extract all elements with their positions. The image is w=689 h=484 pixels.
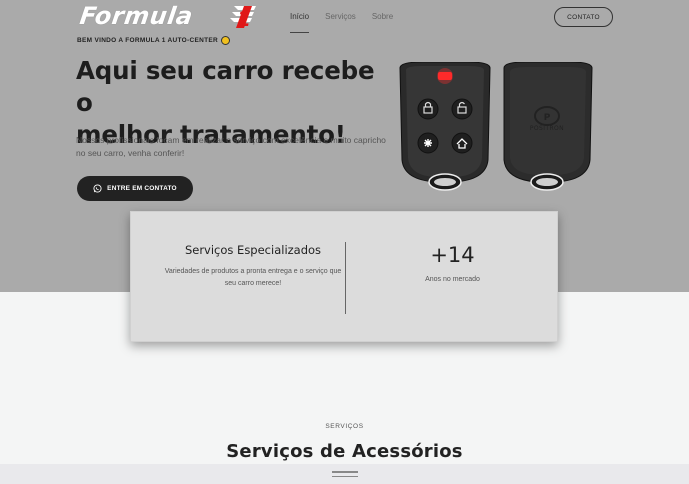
headline-line-1: Aqui seu carro recebe o [76,56,375,117]
divider-line [332,471,358,473]
nav-item-sobre[interactable]: Sobre [372,12,393,33]
brand-logo[interactable]: Formula 1 [78,2,262,30]
remote-back: P POSITRON [503,62,593,191]
whatsapp-icon [93,184,102,193]
card-title: Serviços Especializados [184,243,322,257]
features-card: Serviços Especializados Variedades de pr… [130,211,558,342]
svg-text:P: P [544,113,551,123]
logo-wordmark: Formula [78,2,195,30]
years-counter: +14 [430,243,475,267]
remote-front [399,62,491,191]
smiley-icon [220,36,230,45]
divider-lines-icon [332,471,358,480]
cta-contact-button[interactable]: ENTRE EM CONTATO [77,176,193,201]
contact-button[interactable]: CONTATO [554,7,613,27]
welcome-tagline: BEM VINDO A FORMULA 1 AUTO-CENTER [77,36,230,45]
nav-item-servicos[interactable]: Serviços [325,12,356,33]
years-label: Anos no mercado [425,276,480,283]
services-kicker: SERVIÇOS [325,423,364,430]
svg-text:POSITRON: POSITRON [530,125,564,132]
nav-item-inicio[interactable]: Início [290,12,310,33]
car-remote-image: P POSITRON [399,62,593,191]
cta-label: ENTRE EM CONTATO [107,185,177,192]
hero-description: Nossos profissionais focam em realizar o… [76,135,386,158]
main-nav: Início Serviços Sobre [290,12,409,33]
card-description: Variedades de produtos a pronta entrega … [164,268,342,287]
divider-line [332,475,358,477]
services-title: Serviços de Acessórios [226,441,463,462]
logo-number-one-icon: 1 [230,6,256,30]
svg-text:1: 1 [237,7,251,30]
welcome-text: BEM VINDO A FORMULA 1 AUTO-CENTER [77,37,218,44]
